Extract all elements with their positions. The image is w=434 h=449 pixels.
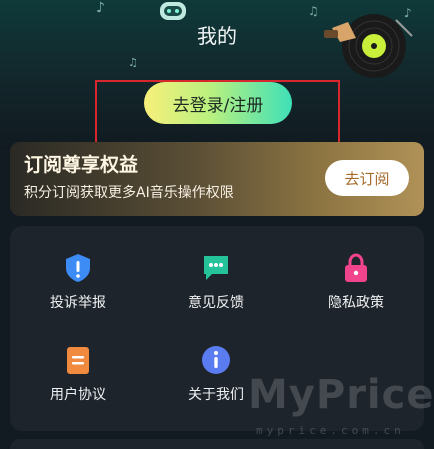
shield-exclamation-icon xyxy=(66,254,90,282)
bottom-card xyxy=(10,439,424,449)
subscribe-button[interactable]: 去订阅 xyxy=(325,160,409,196)
music-note-icon: ♫ xyxy=(128,56,138,69)
menu-item-label: 投诉举报 xyxy=(50,295,106,311)
menu-item-about[interactable]: 关于我们 xyxy=(156,344,276,424)
menu-item-privacy[interactable]: 隐私政策 xyxy=(296,252,416,332)
info-icon xyxy=(202,346,230,374)
menu-item-report[interactable]: 投诉举报 xyxy=(18,252,138,332)
menu-item-user-agreement[interactable]: 用户协议 xyxy=(18,344,138,424)
menu-item-label: 关于我们 xyxy=(188,387,244,403)
menu-item-feedback[interactable]: 意见反馈 xyxy=(156,252,276,332)
music-note-icon: ♪ xyxy=(96,0,105,16)
document-icon xyxy=(67,347,89,374)
menu-item-label: 意见反馈 xyxy=(188,295,244,311)
vinyl-record-icon xyxy=(324,14,413,78)
menu-item-label: 用户协议 xyxy=(50,387,106,403)
vip-banner[interactable]: 订阅尊享权益 积分订阅获取更多AI音乐操作权限 去订阅 xyxy=(10,142,424,216)
lock-icon xyxy=(345,253,367,282)
chat-bubble-icon xyxy=(204,256,228,280)
vip-subtitle: 积分订阅获取更多AI音乐操作权限 xyxy=(24,185,234,201)
menu-card: 投诉举报 意见反馈 隐私政策 用户协议 关于我们 xyxy=(10,226,424,431)
vip-title: 订阅尊享权益 xyxy=(24,154,139,176)
highlight-box xyxy=(95,80,340,147)
menu-item-label: 隐私政策 xyxy=(328,295,384,311)
